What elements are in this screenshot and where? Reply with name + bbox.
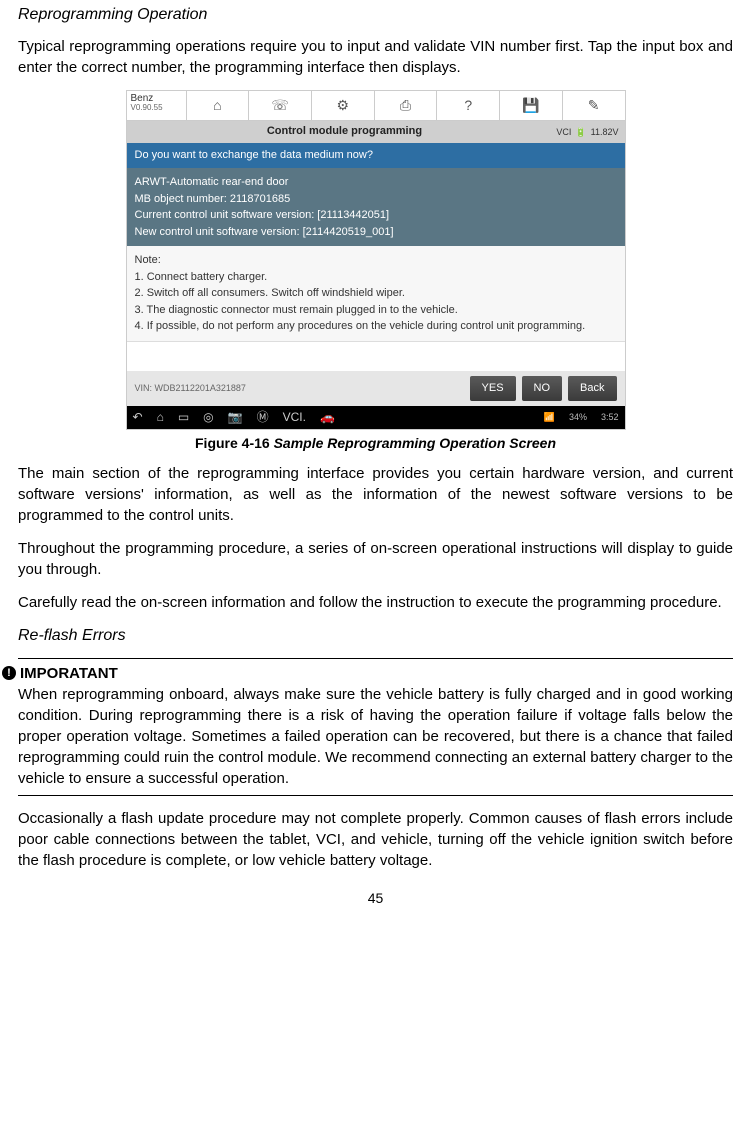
caption-title: Sample Reprogramming Operation Screen — [274, 435, 556, 451]
battery-icon: 🔋 — [575, 126, 586, 139]
important-callout: ! IMPORATANT When reprogramming onboard,… — [18, 658, 733, 796]
recent-icon[interactable]: ▭ — [178, 409, 189, 426]
info-line: ARWT-Automatic rear-end door — [135, 174, 617, 191]
blank-area — [127, 341, 625, 371]
paragraph-procedure: Throughout the programming procedure, a … — [18, 538, 733, 580]
important-body: When reprogramming onboard, always make … — [18, 684, 733, 789]
info-line: New control unit software version: [2114… — [135, 224, 617, 241]
info-line: MB object number: 2118701685 — [135, 191, 617, 208]
vci-icon[interactable]: VCI. — [283, 409, 306, 426]
camera-icon[interactable]: 📷 — [228, 409, 243, 426]
footer-bar: VIN: WDB2112201A321887 YES NO Back — [127, 371, 625, 406]
info-line: Current control unit software version: [… — [135, 207, 617, 224]
note-line: Note: — [135, 252, 617, 269]
yes-button[interactable]: YES — [470, 376, 516, 401]
back-button[interactable]: Back — [568, 376, 616, 401]
screenshot-mock: Benz V0.90.55 ⌂ ☏ ⚙ ⎙ ? 💾 ✎ Control modu… — [126, 90, 626, 429]
screenshot-icon[interactable]: ◎ — [203, 409, 213, 426]
page-number: 45 — [18, 889, 733, 909]
titlebar-title: Control module programming — [133, 124, 557, 139]
note-line: 2. Switch off all consumers. Switch off … — [135, 285, 617, 302]
caption-prefix: Figure 4-16 — [195, 435, 274, 451]
figure-container: Benz V0.90.55 ⌂ ☏ ⚙ ⎙ ? 💾 ✎ Control modu… — [18, 90, 733, 453]
battery-voltage: 11.82V — [591, 126, 619, 139]
home-icon[interactable]: ⌂ — [187, 91, 250, 120]
print-icon[interactable]: ⎙ — [375, 91, 438, 120]
important-heading: IMPORATANT — [20, 663, 118, 684]
maxi-icon[interactable]: Ⓜ — [257, 409, 269, 426]
edit-icon[interactable]: ✎ — [563, 91, 625, 120]
car-icon[interactable]: 🚗 — [320, 409, 335, 426]
save-icon[interactable]: 💾 — [500, 91, 563, 120]
note-line: 1. Connect battery charger. — [135, 269, 617, 286]
note-block: Note: 1. Connect battery charger. 2. Swi… — [127, 246, 625, 341]
heading-reprogramming-operation: Reprogramming Operation — [18, 4, 733, 26]
info-block: ARWT-Automatic rear-end door MB object n… — [127, 168, 625, 246]
exclamation-icon: ! — [2, 666, 16, 680]
system-bar: ↶ ⌂ ▭ ◎ 📷 Ⓜ VCI. 🚗 📶 34% 3:52 — [127, 406, 625, 429]
vin-text: VIN: WDB2112201A321887 — [135, 382, 464, 395]
screenshot-titlebar: Control module programming VCI 🔋 11.82V — [127, 121, 625, 142]
note-line: 4. If possible, do not perform any proce… — [135, 318, 617, 335]
note-line: 3. The diagnostic connector must remain … — [135, 302, 617, 319]
home-sys-icon[interactable]: ⌂ — [157, 409, 164, 426]
sys-battery-percent: 34% — [569, 411, 587, 424]
paragraph-flash-errors: Occasionally a flash update procedure ma… — [18, 808, 733, 871]
important-heading-row: ! IMPORATANT — [18, 663, 733, 684]
sys-time: 3:52 — [601, 411, 619, 424]
back-icon[interactable]: ↶ — [133, 409, 143, 426]
gear-icon[interactable]: ⚙ — [312, 91, 375, 120]
figure-caption: Figure 4-16 Sample Reprogramming Operati… — [18, 434, 733, 454]
no-button[interactable]: NO — [522, 376, 563, 401]
paragraph-intro: Typical reprogramming operations require… — [18, 36, 733, 78]
phone-icon[interactable]: ☏ — [249, 91, 312, 120]
prompt-bar: Do you want to exchange the data medium … — [127, 143, 625, 168]
paragraph-careful: Carefully read the on-screen information… — [18, 592, 733, 613]
help-icon[interactable]: ? — [437, 91, 500, 120]
sys-wifi-icon: 📶 — [544, 411, 555, 424]
screenshot-toolbar: Benz V0.90.55 ⌂ ☏ ⚙ ⎙ ? 💾 ✎ — [127, 91, 625, 121]
vci-label: VCI — [556, 126, 571, 139]
paragraph-main-section: The main section of the reprogramming in… — [18, 463, 733, 526]
brand-cell: Benz V0.90.55 — [127, 91, 187, 120]
heading-reflash-errors: Re-flash Errors — [18, 625, 733, 647]
brand-version: V0.90.55 — [131, 104, 182, 113]
